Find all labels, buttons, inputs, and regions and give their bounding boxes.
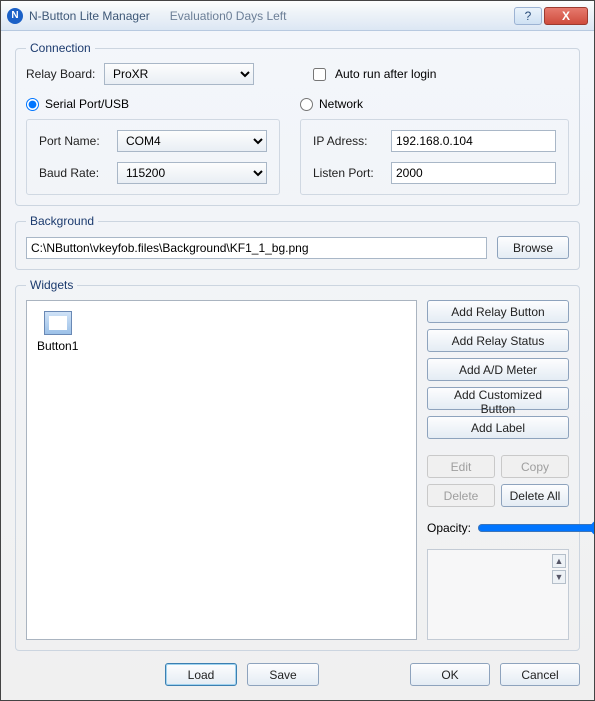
ip-address-input[interactable] bbox=[391, 130, 556, 152]
background-path-input[interactable] bbox=[26, 237, 487, 259]
widget-list[interactable]: Button1 bbox=[26, 300, 417, 640]
edit-button: Edit bbox=[427, 455, 495, 478]
relay-board-label: Relay Board: bbox=[26, 67, 104, 81]
listen-port-input[interactable] bbox=[391, 162, 556, 184]
browse-button[interactable]: Browse bbox=[497, 236, 569, 259]
widgets-group: Widgets Button1 Add Relay Button Add Rel… bbox=[15, 278, 580, 651]
add-relay-button[interactable]: Add Relay Button bbox=[427, 300, 569, 323]
autorun-checkbox[interactable]: Auto run after login bbox=[309, 65, 436, 84]
delete-button: Delete bbox=[427, 484, 495, 507]
titlebar: N N-Button Lite Manager Evaluation0 Days… bbox=[1, 1, 594, 31]
widget-side-panel: Add Relay Button Add Relay Status Add A/… bbox=[427, 300, 569, 640]
save-button[interactable]: Save bbox=[247, 663, 319, 686]
serial-radio-label: Serial Port/USB bbox=[45, 97, 129, 111]
scroll-up-icon[interactable]: ▲ bbox=[552, 554, 566, 568]
network-radio[interactable]: Network bbox=[300, 97, 569, 111]
serial-radio-input[interactable] bbox=[26, 98, 39, 111]
close-button[interactable]: X bbox=[544, 7, 588, 25]
background-legend: Background bbox=[26, 214, 98, 228]
autorun-input[interactable] bbox=[313, 68, 326, 81]
add-relay-status-button[interactable]: Add Relay Status bbox=[427, 329, 569, 352]
connection-legend: Connection bbox=[26, 41, 95, 55]
load-button[interactable]: Load bbox=[165, 663, 237, 686]
window: N N-Button Lite Manager Evaluation0 Days… bbox=[0, 0, 595, 701]
ip-address-label: IP Adress: bbox=[313, 134, 385, 148]
port-name-select[interactable]: COM4 bbox=[117, 130, 267, 152]
list-item[interactable]: Button1 bbox=[35, 309, 80, 355]
network-radio-input[interactable] bbox=[300, 98, 313, 111]
opacity-slider[interactable] bbox=[477, 520, 594, 536]
opacity-label: Opacity: bbox=[427, 521, 471, 535]
scroll-down-icon[interactable]: ▼ bbox=[552, 570, 566, 584]
connection-group: Connection Relay Board: ProXR Auto run a… bbox=[15, 41, 580, 206]
ok-button[interactable]: OK bbox=[410, 663, 490, 686]
evaluation-text: Evaluation0 Days Left bbox=[170, 9, 287, 23]
baud-rate-label: Baud Rate: bbox=[39, 166, 111, 180]
widgets-legend: Widgets bbox=[26, 278, 77, 292]
port-name-label: Port Name: bbox=[39, 134, 111, 148]
listen-port-label: Listen Port: bbox=[313, 166, 385, 180]
autorun-label: Auto run after login bbox=[335, 67, 436, 81]
widget-item-label: Button1 bbox=[37, 339, 78, 353]
serial-radio[interactable]: Serial Port/USB bbox=[26, 97, 280, 111]
relay-board-select[interactable]: ProXR bbox=[104, 63, 254, 85]
delete-all-button[interactable]: Delete All bbox=[501, 484, 569, 507]
client-area: Connection Relay Board: ProXR Auto run a… bbox=[1, 31, 594, 700]
bottom-bar: Load Save OK Cancel bbox=[15, 659, 580, 686]
add-ad-meter-button[interactable]: Add A/D Meter bbox=[427, 358, 569, 381]
copy-button: Copy bbox=[501, 455, 569, 478]
help-button[interactable]: ? bbox=[514, 7, 542, 25]
background-group: Background Browse bbox=[15, 214, 580, 270]
button-widget-icon bbox=[44, 311, 72, 335]
add-label-button[interactable]: Add Label bbox=[427, 416, 569, 439]
widget-preview: ▲ ▼ bbox=[427, 549, 569, 640]
app-title: N-Button Lite Manager bbox=[29, 9, 150, 23]
add-customized-button[interactable]: Add Customized Button bbox=[427, 387, 569, 410]
baud-rate-select[interactable]: 115200 bbox=[117, 162, 267, 184]
network-radio-label: Network bbox=[319, 97, 363, 111]
cancel-button[interactable]: Cancel bbox=[500, 663, 580, 686]
app-icon: N bbox=[7, 8, 23, 24]
